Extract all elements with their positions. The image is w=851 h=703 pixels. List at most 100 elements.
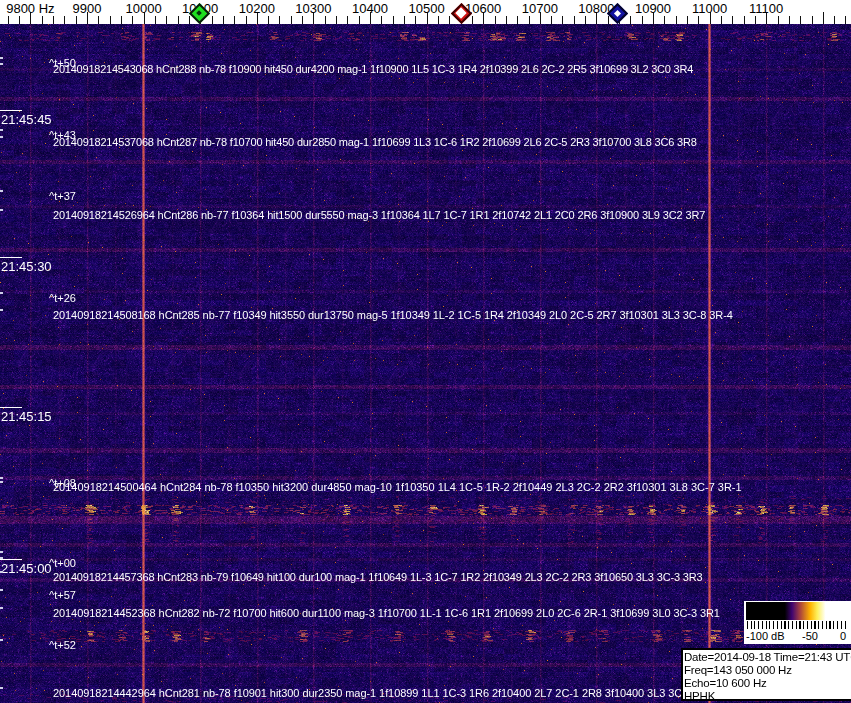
time-tick-rule bbox=[0, 110, 22, 111]
ruler-tick bbox=[8, 16, 9, 24]
db-scale-ticks bbox=[747, 621, 847, 629]
edge-tick bbox=[0, 136, 3, 138]
ruler-tick bbox=[449, 16, 450, 24]
ruler-tick bbox=[755, 16, 756, 24]
ruler-tick bbox=[121, 16, 122, 24]
freq-label: 10900 bbox=[635, 1, 671, 16]
ruler-tick bbox=[506, 16, 507, 24]
time-tick-rule bbox=[0, 257, 22, 258]
freq-label: 9900 bbox=[73, 1, 102, 16]
ruler-tick bbox=[630, 16, 631, 24]
detection-text: 20140918214526964 hCnt286 nb-77 f10364 h… bbox=[53, 209, 705, 221]
info-echo-line: Echo=10 600 Hz bbox=[684, 677, 767, 689]
ruler-tick bbox=[834, 16, 835, 24]
detection-tag: ^t+00 bbox=[49, 557, 76, 569]
edge-tick bbox=[0, 190, 3, 192]
ruler-tick bbox=[234, 16, 235, 24]
edge-tick bbox=[0, 292, 3, 294]
freq-label: 10700 bbox=[522, 1, 558, 16]
edge-tick bbox=[0, 607, 3, 609]
detection-text: 20140918214500464 hCnt284 nb-78 f10350 h… bbox=[53, 481, 742, 493]
ruler-tick bbox=[76, 16, 77, 24]
db-label-max: 0 bbox=[840, 630, 846, 642]
ruler-tick bbox=[551, 16, 552, 24]
time-label: 21:45:00 bbox=[1, 561, 52, 576]
edge-tick bbox=[0, 309, 3, 311]
detection-tag: ^t+52 bbox=[49, 639, 76, 651]
time-label: 21:45:45 bbox=[1, 112, 52, 127]
ruler-tick bbox=[291, 16, 292, 24]
ruler-tick bbox=[302, 16, 303, 24]
ruler-tick bbox=[438, 16, 439, 24]
detection-text: 20140918214543068 hCnt288 nb-78 f10900 h… bbox=[53, 63, 693, 75]
ruler-tick bbox=[676, 16, 677, 24]
time-label: 21:45:30 bbox=[1, 259, 52, 274]
info-freq-line: Freq=143 050 000 Hz bbox=[684, 664, 792, 676]
freq-label: 9800 Hz bbox=[6, 1, 54, 16]
detection-text: 20140918214442964 hCnt281 nb-78 f10901 h… bbox=[53, 687, 682, 699]
ruler-tick bbox=[110, 16, 111, 24]
ruler-tick bbox=[325, 16, 326, 24]
ruler-tick bbox=[732, 16, 733, 24]
ruler-tick bbox=[529, 16, 530, 24]
ruler-tick bbox=[212, 16, 213, 24]
time-label: 21:45:15 bbox=[1, 409, 52, 424]
time-tick-rule bbox=[0, 407, 22, 408]
ruler-tick bbox=[664, 16, 665, 24]
ruler-tick bbox=[789, 16, 790, 24]
edge-tick bbox=[0, 481, 3, 483]
detection-tag: ^t+37 bbox=[49, 190, 76, 202]
ruler-tick bbox=[268, 16, 269, 24]
ruler-tick bbox=[246, 16, 247, 24]
freq-label: 10000 bbox=[126, 1, 162, 16]
spectrum-lab-window: 9800 Hz990010000101001020010300104001050… bbox=[0, 0, 851, 703]
ruler-tick bbox=[845, 16, 846, 24]
info-date-line: Date=2014-09-18 Time=21:43 UTC bbox=[684, 651, 851, 663]
ruler-tick bbox=[472, 16, 473, 24]
ruler-tick bbox=[132, 16, 133, 24]
ruler-tick bbox=[155, 16, 156, 24]
freq-label: 10200 bbox=[239, 1, 275, 16]
detection-tag: ^t+26 bbox=[49, 292, 76, 304]
freq-label: 11000 bbox=[692, 1, 727, 16]
ruler-tick bbox=[42, 16, 43, 24]
ruler-tick bbox=[223, 16, 224, 24]
ruler-tick bbox=[189, 16, 190, 24]
spectrogram-canvas bbox=[0, 24, 851, 703]
ruler-tick bbox=[800, 16, 801, 24]
freq-label: 11100 bbox=[749, 1, 783, 16]
ruler-tick bbox=[721, 16, 722, 24]
detection-text: 20140918214508168 hCnt285 nb-77 f10349 h… bbox=[53, 309, 733, 321]
ruler-tick bbox=[347, 16, 348, 24]
edge-tick bbox=[0, 639, 3, 641]
detection-text: 20140918214457368 hCnt283 nb-79 f10649 h… bbox=[53, 571, 703, 583]
ruler-tick bbox=[812, 16, 813, 24]
ruler-tick bbox=[19, 16, 20, 24]
frequency-ruler: 9800 Hz990010000101001020010300104001050… bbox=[0, 0, 851, 24]
ruler-tick bbox=[359, 16, 360, 24]
ruler-tick bbox=[687, 16, 688, 24]
edge-tick bbox=[0, 477, 3, 479]
edge-tick bbox=[0, 129, 3, 131]
edge-tick bbox=[0, 209, 3, 211]
ruler-tick bbox=[562, 16, 563, 24]
ruler-tick bbox=[744, 16, 745, 24]
ruler-tick bbox=[585, 16, 586, 24]
info-box: Date=2014-09-18 Time=21:43 UTC Freq=143 … bbox=[681, 648, 851, 701]
ruler-tick bbox=[415, 16, 416, 24]
info-station-line: HPHK bbox=[684, 690, 715, 702]
db-label-mid: -50 bbox=[802, 630, 818, 642]
freq-label: 10500 bbox=[409, 1, 445, 16]
detection-text: 20140918214452368 hCnt282 nb-72 f10700 h… bbox=[53, 607, 720, 619]
freq-label: 10300 bbox=[295, 1, 331, 16]
ruler-tick bbox=[279, 16, 280, 24]
db-label-min: -100 dB bbox=[746, 630, 785, 642]
edge-tick bbox=[0, 687, 3, 689]
ruler-tick bbox=[517, 16, 518, 24]
ruler-tick bbox=[698, 16, 699, 24]
ruler-tick bbox=[574, 16, 575, 24]
detection-text: 20140918214537068 hCnt287 nb-78 f10700 h… bbox=[53, 136, 697, 148]
ruler-tick bbox=[64, 16, 65, 24]
ruler-tick bbox=[608, 16, 609, 24]
ruler-tick bbox=[823, 12, 824, 24]
